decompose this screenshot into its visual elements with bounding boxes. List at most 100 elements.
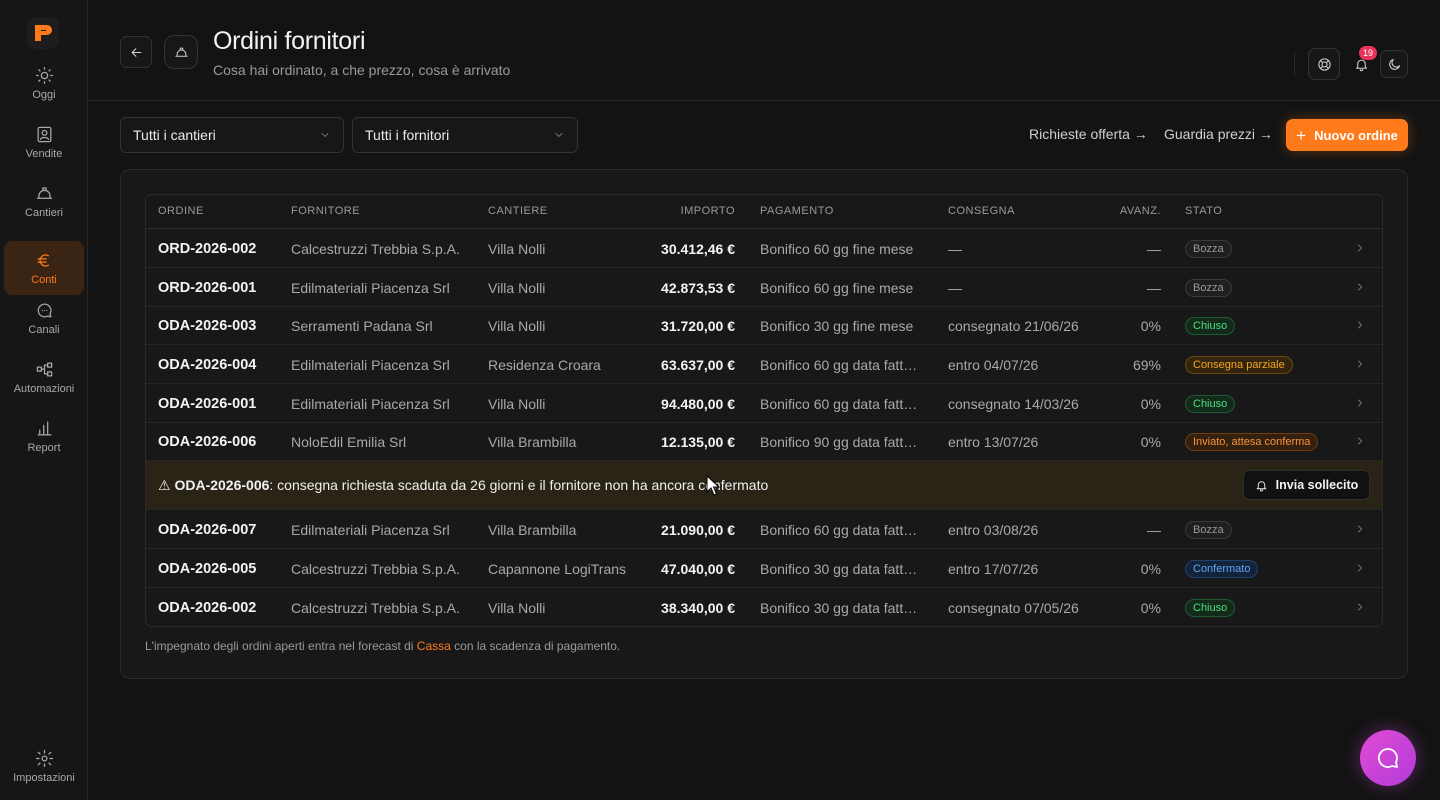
bell-icon	[1256, 480, 1266, 491]
status-badge: Chiuso	[1185, 317, 1236, 335]
progress-value: 0%	[1140, 561, 1161, 577]
chevron-right-icon[interactable]	[1354, 396, 1366, 412]
progress-value: —	[1147, 280, 1161, 296]
hardhat-icon	[174, 47, 188, 57]
sidebar-item-automazioni[interactable]: Automazioni	[4, 350, 84, 404]
contact-card-icon	[37, 126, 51, 142]
table-row[interactable]: ORD-2026-001 Edilmateriali Piacenza Srl Vi…	[146, 268, 1382, 307]
delivery-info: entro 13/07/26	[948, 434, 1039, 450]
table-row[interactable]: ODA-2026-005 Calcestruzzi Trebbia S.p.A. C…	[146, 549, 1382, 588]
site-name: Villa Brambilla	[488, 522, 577, 538]
orders-table: ORDINE FORNITORE CANTIERE IMPORTO PAGAME…	[145, 194, 1383, 627]
order-amount: 30.412,46 €	[661, 241, 735, 257]
delivery-info: entro 04/07/26	[948, 357, 1039, 373]
sidebar-item-canali[interactable]: Canali	[4, 291, 84, 345]
order-amount: 38.340,00 €	[661, 600, 735, 616]
sidebar-item-vendite[interactable]: Vendite	[4, 115, 84, 169]
chevron-down-icon	[321, 133, 329, 137]
moon-icon	[1388, 58, 1400, 70]
supplier-name: NoloEdil Emilia Srl	[291, 434, 407, 450]
help-button[interactable]	[1308, 48, 1340, 80]
col-supplier[interactable]: FORNITORE	[291, 205, 360, 217]
status-badge: Bozza	[1185, 279, 1232, 297]
site-name: Villa Nolli	[488, 280, 546, 296]
payment-terms: Bonifico 30 gg data fatt…	[760, 600, 918, 616]
table-row[interactable]: ODA-2026-004 Edilmateriali Piacenza Srl Re…	[146, 345, 1382, 384]
alert-text: ⚠ ODA-2026-006: consegna richiesta scadu…	[158, 477, 768, 494]
chat-assistant-button[interactable]	[1360, 730, 1416, 786]
col-progress[interactable]: AVANZ.	[1120, 205, 1161, 217]
status-badge: Inviato, attesa conferma	[1185, 433, 1319, 451]
sidebar-item-conti[interactable]: Conti	[4, 241, 84, 295]
supplier-name: Serramenti Padana Srl	[291, 318, 433, 334]
supplier-name: Calcestruzzi Trebbia S.p.A.	[291, 600, 460, 616]
order-id: ODA-2026-007	[158, 522, 257, 538]
table-row[interactable]: ODA-2026-003 Serramenti Padana Srl Villa N…	[146, 306, 1382, 345]
progress-value: —	[1147, 241, 1161, 257]
workflow-icon	[36, 362, 52, 376]
sidebar-item-label: Canali	[28, 323, 60, 336]
new-order-button[interactable]: + Nuovo ordine	[1286, 119, 1408, 151]
sidebar-item-label: Cantieri	[25, 206, 63, 219]
status-badge: Chiuso	[1185, 395, 1236, 413]
chevron-right-icon[interactable]	[1354, 434, 1366, 450]
supplier-name: Edilmateriali Piacenza Srl	[291, 396, 450, 412]
supplier-name: Edilmateriali Piacenza Srl	[291, 522, 450, 538]
theme-toggle-button[interactable]	[1380, 50, 1408, 78]
site-name: Capannone LogiTrans	[488, 561, 627, 577]
cash-link[interactable]: Cassa	[417, 639, 451, 653]
sun-icon	[35, 66, 53, 84]
alert-message: : consegna richiesta scaduta da 26 giorn…	[269, 477, 769, 493]
app-logo[interactable]	[27, 17, 59, 49]
delivery-info: —	[948, 241, 962, 257]
table-row[interactable]: ODA-2026-001 Edilmateriali Piacenza Srl Vi…	[146, 384, 1382, 423]
chevron-right-icon[interactable]	[1354, 522, 1366, 538]
chevron-right-icon[interactable]	[1354, 280, 1366, 296]
send-reminder-button[interactable]: Invia sollecito	[1243, 470, 1370, 500]
col-amount[interactable]: IMPORTO	[681, 205, 735, 217]
order-amount: 12.135,00 €	[661, 434, 735, 450]
sidebar-item-impostazioni[interactable]: Impostazioni	[4, 739, 84, 793]
col-payment[interactable]: PAGAMENTO	[760, 205, 834, 217]
footnote-text-after: con la scadenza di pagamento.	[450, 639, 621, 653]
table-row[interactable]: ODA-2026-007 Edilmateriali Piacenza Srl Vi…	[146, 510, 1382, 549]
page-title: Ordini fornitori	[213, 27, 366, 55]
supplier-filter-select[interactable]: Tutti i fornitori	[352, 117, 578, 153]
chevron-right-icon[interactable]	[1354, 241, 1366, 257]
chevron-right-icon[interactable]	[1354, 561, 1366, 577]
order-amount: 63.637,00 €	[661, 357, 735, 373]
status-badge: Consegna parziale	[1185, 356, 1293, 374]
table-row[interactable]: ORD-2026-002 Calcestruzzi Trebbia S.p.A. V…	[146, 229, 1382, 268]
order-id: ODA-2026-003	[158, 318, 257, 334]
site-name: Villa Nolli	[488, 600, 546, 616]
sidebar-item-label: Automazioni	[13, 382, 75, 395]
hardhat-icon	[36, 186, 52, 199]
col-order[interactable]: ORDINE	[158, 205, 204, 217]
chevron-right-icon[interactable]	[1354, 318, 1366, 334]
new-order-label: Nuovo ordine	[1314, 127, 1398, 143]
progress-value: 0%	[1140, 396, 1161, 412]
col-status[interactable]: STATO	[1185, 205, 1222, 217]
alert-order-id[interactable]: ODA-2026-006	[174, 477, 269, 493]
chevron-right-icon[interactable]	[1354, 357, 1366, 373]
cash-forecast-note: L'impegnato degli ordini aperti entra ne…	[145, 639, 620, 653]
back-button[interactable]	[120, 36, 152, 68]
section-icon-button	[164, 35, 198, 69]
site-filter-select[interactable]: Tutti i cantieri	[120, 117, 344, 153]
table-row[interactable]: ODA-2026-002 Calcestruzzi Trebbia S.p.A. V…	[146, 588, 1382, 626]
payment-terms: Bonifico 60 gg data fatt…	[760, 396, 918, 412]
rfq-link[interactable]: Richieste offerta →	[1029, 126, 1148, 142]
sidebar-item-cantieri[interactable]: Cantieri	[4, 174, 84, 228]
col-site[interactable]: CANTIERE	[488, 205, 548, 217]
chevron-right-icon[interactable]	[1354, 600, 1366, 616]
status-badge: Bozza	[1185, 240, 1232, 258]
site-name: Residenza Croara	[488, 357, 601, 373]
table-row[interactable]: ODA-2026-006 NoloEdil Emilia Srl Villa Bra…	[146, 422, 1382, 461]
sidebar-item-oggi[interactable]: Oggi	[4, 56, 84, 110]
sidebar-item-report[interactable]: Report	[4, 409, 84, 463]
page-subtitle: Cosa hai ordinato, a che prezzo, cosa è …	[213, 62, 511, 78]
col-delivery[interactable]: CONSEGNA	[948, 205, 1015, 217]
price-guard-link[interactable]: Guardia prezzi →	[1164, 126, 1273, 142]
progress-value: 0%	[1140, 600, 1161, 616]
status-badge: Chiuso	[1185, 599, 1236, 617]
